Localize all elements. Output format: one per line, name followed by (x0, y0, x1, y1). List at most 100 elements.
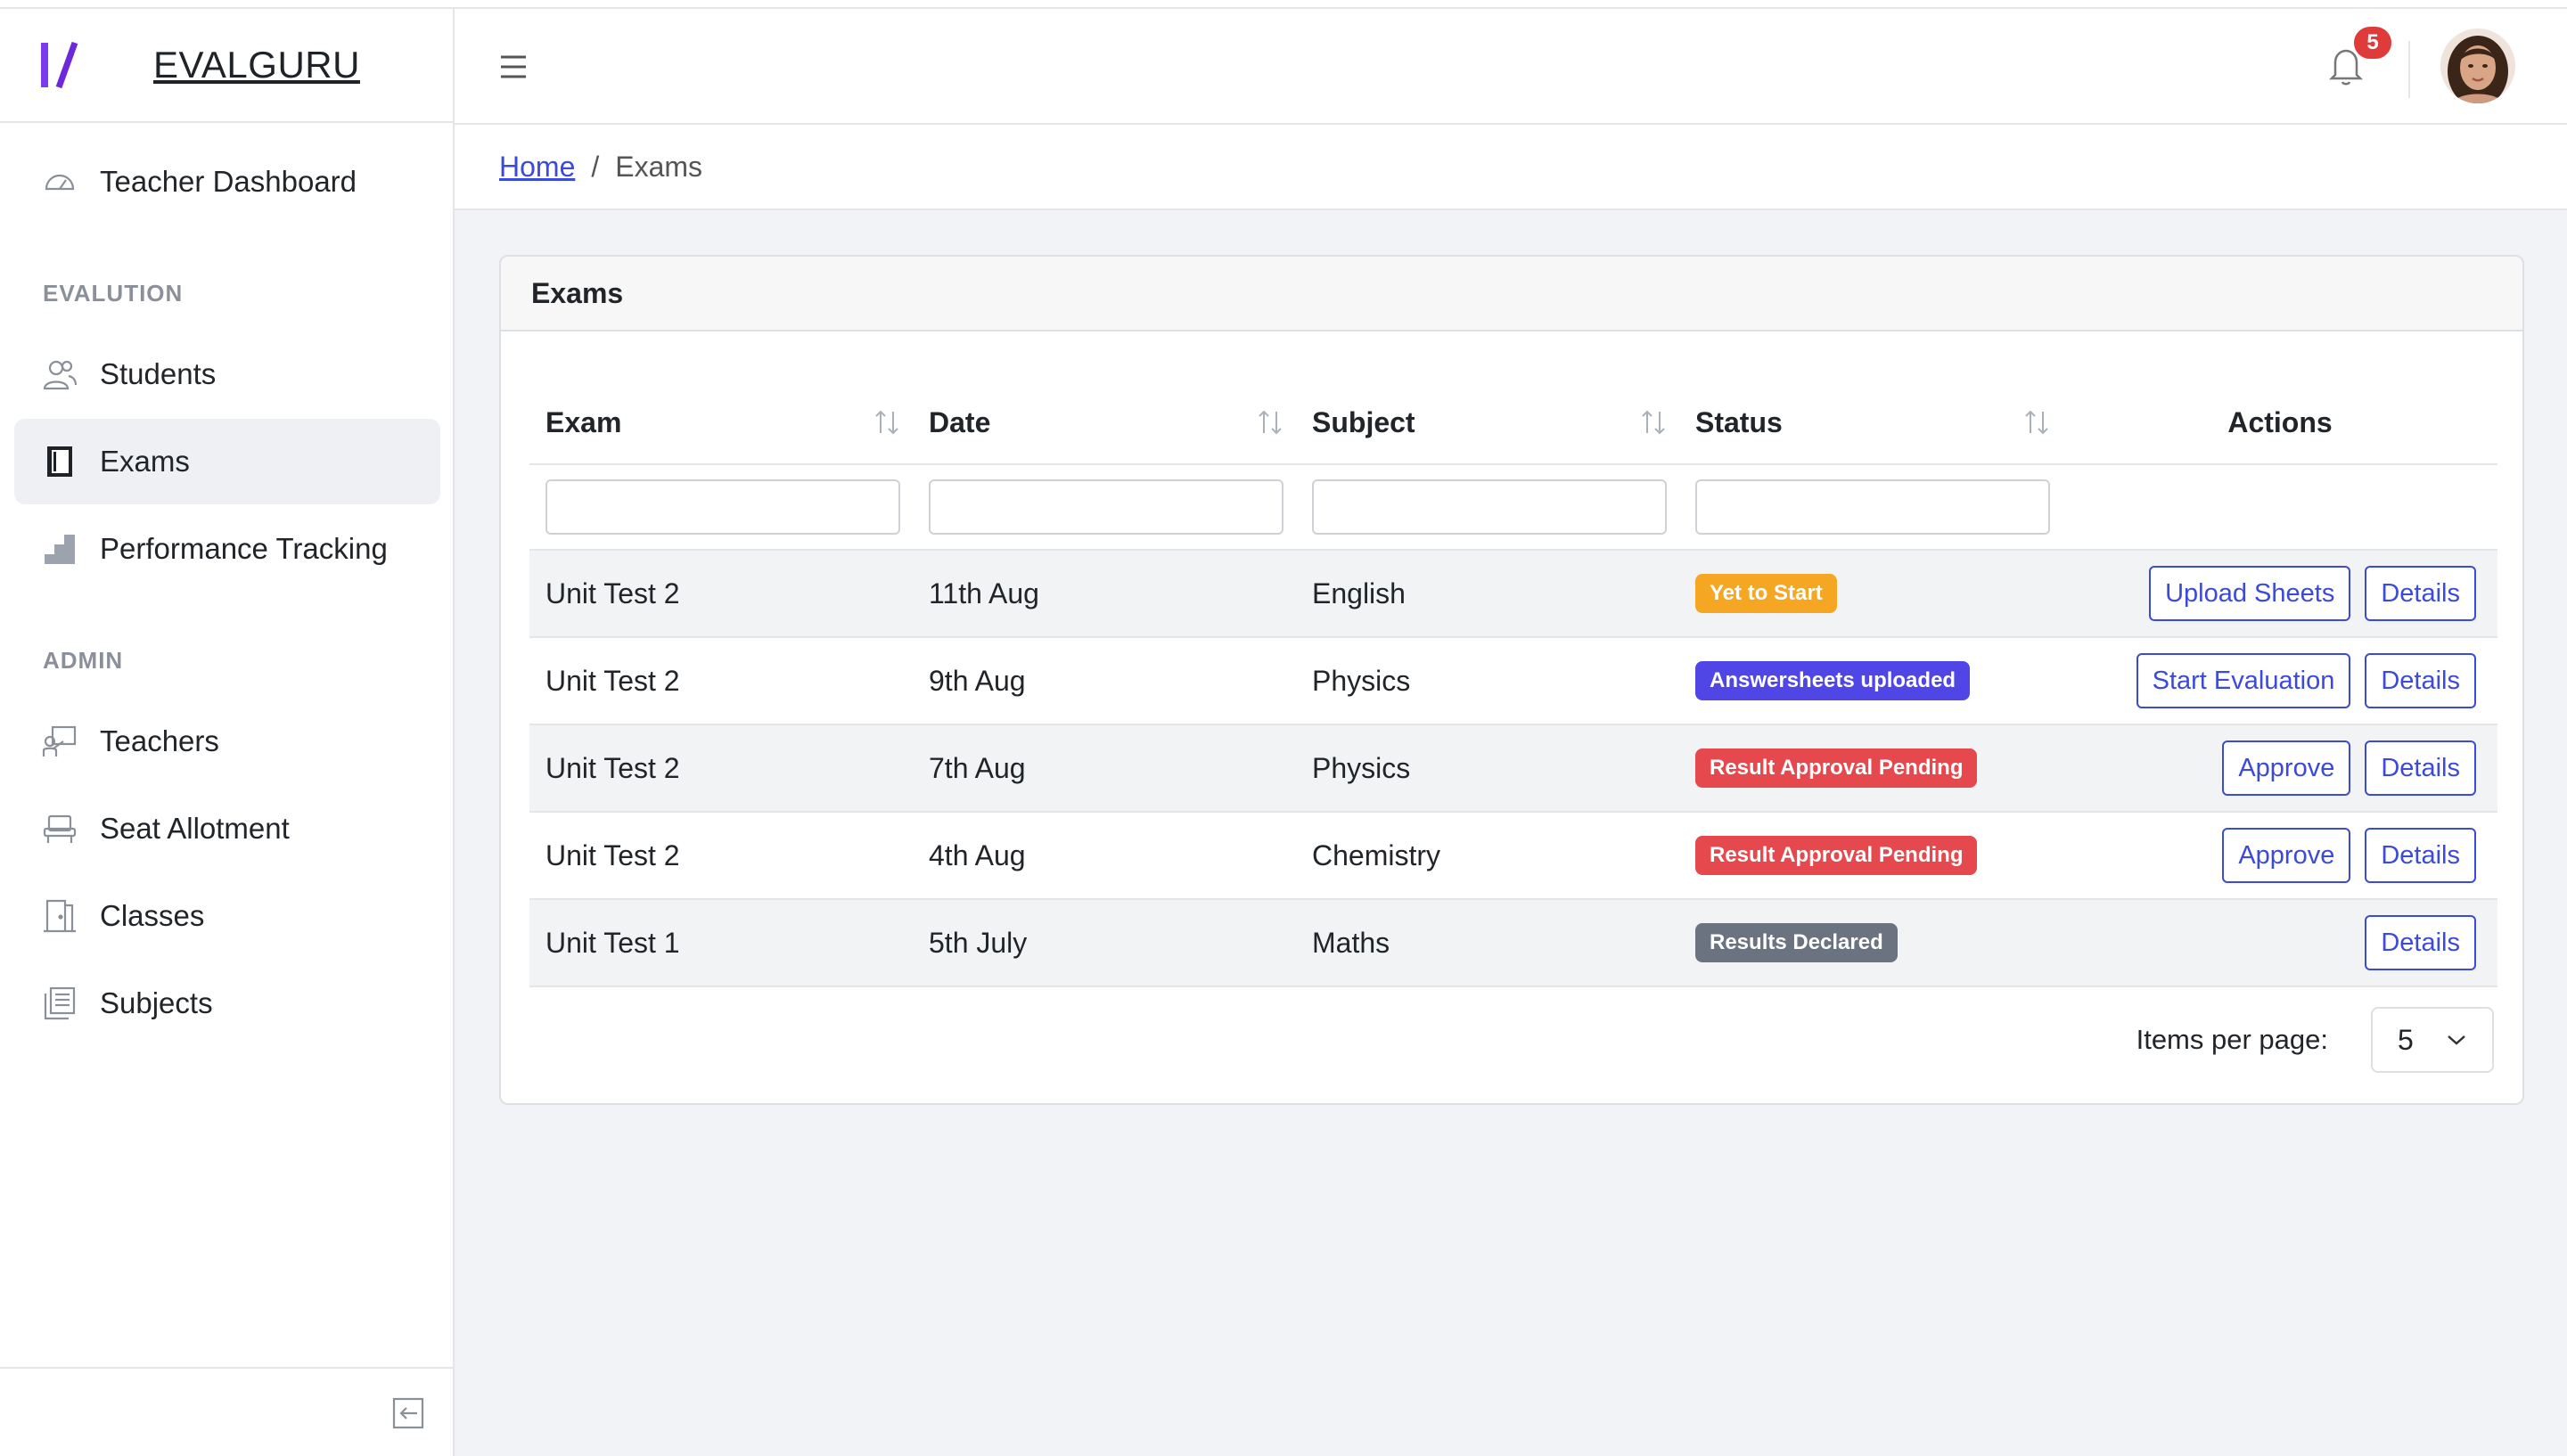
door-icon (41, 897, 78, 935)
column-header-label: Subject (1312, 405, 1415, 438)
details-button[interactable]: Details (2365, 566, 2476, 621)
filter-cell (1296, 479, 1679, 535)
section-label-evaluation: EVALUTION (43, 280, 184, 307)
cell-subject: Maths (1312, 926, 1390, 959)
column-header-subject[interactable]: Subject (1296, 381, 1679, 463)
speedometer-icon (41, 163, 78, 200)
card-title: Exams (501, 257, 2522, 331)
section-label-admin: ADMIN (43, 647, 124, 674)
items-per-page-select[interactable]: 5 (2371, 1007, 2494, 1073)
breadcrumb: Home / Exams (455, 125, 2567, 210)
sidebar-item-subjects[interactable]: Subjects (14, 961, 440, 1046)
notification-badge: 5 (2351, 24, 2394, 61)
cell-subject: Physics (1312, 664, 1411, 697)
sidebar-item-label: Performance Tracking (100, 532, 388, 565)
details-button[interactable]: Details (2365, 915, 2476, 970)
column-header-date[interactable]: Date (913, 381, 1296, 463)
exam-filter-input[interactable] (545, 479, 900, 535)
column-header-actions: Actions (2063, 381, 2497, 463)
logo-icon (41, 41, 78, 89)
cell-actions: Upload Sheets Details (2063, 551, 2497, 636)
sidebar-item-exams[interactable]: Exams (14, 419, 440, 504)
upload-sheets-button[interactable]: Upload Sheets (2149, 566, 2351, 621)
status-badge: Result Approval Pending (1695, 748, 1978, 788)
sort-icon[interactable] (1257, 408, 1284, 437)
table-header-row: Exam Date Subject Status Actions (529, 381, 2497, 465)
start-evaluation-button[interactable]: Start Evaluation (2136, 653, 2351, 708)
sidebar-item-classes[interactable]: Classes (14, 873, 440, 959)
column-header-label: Actions (2227, 405, 2333, 438)
pagination: Items per page: 5 (2136, 1007, 2494, 1073)
collapse-sidebar-icon[interactable] (390, 1395, 426, 1431)
sidebar-item-seat-allotment[interactable]: Seat Allotment (14, 786, 440, 871)
status-badge: Yet to Start (1695, 574, 1837, 613)
chart-steps-icon (41, 530, 78, 568)
sort-icon[interactable] (1640, 408, 1667, 437)
details-button[interactable]: Details (2365, 828, 2476, 883)
cell-status: Yet to Start (1679, 551, 2063, 636)
users-icon (41, 356, 78, 393)
sort-icon[interactable] (873, 408, 900, 437)
details-button[interactable]: Details (2365, 740, 2476, 796)
filter-row (529, 465, 2497, 551)
cell-date: 11th Aug (929, 577, 1039, 609)
column-header-label: Status (1695, 405, 1783, 438)
cell-date: 7th Aug (929, 751, 1026, 784)
breadcrumb-home-link[interactable]: Home (499, 151, 575, 184)
subject-filter-input[interactable] (1312, 479, 1667, 535)
cell-actions: Approve Details (2063, 813, 2497, 898)
sidebar-item-label: Students (100, 357, 217, 390)
table-row: Unit Test 1 5th July Maths Results Decla… (529, 900, 2497, 987)
exams-card: Exams Exam Date Subject Status Actions U… (499, 255, 2524, 1105)
cell-status: Result Approval Pending (1679, 813, 2063, 898)
brand[interactable]: EVALGURU (0, 9, 453, 123)
status-badge: Answersheets uploaded (1695, 661, 1971, 700)
status-badge: Result Approval Pending (1695, 836, 1978, 875)
sidebar-item-performance-tracking[interactable]: Performance Tracking (14, 506, 440, 592)
sidebar-item-label: Exams (100, 445, 190, 478)
cell-subject: Physics (1312, 751, 1411, 784)
filter-cell (1679, 479, 2063, 535)
sidebar: EVALGURU Teacher Dashboard EVALUTION Stu… (0, 9, 455, 1456)
cell-exam: Unit Test 1 (545, 926, 680, 959)
sidebar-item-label: Teacher Dashboard (100, 165, 357, 198)
cell-actions: Approve Details (2063, 725, 2497, 811)
header-divider (2408, 41, 2410, 98)
table-row: Unit Test 2 7th Aug Physics Result Appro… (529, 725, 2497, 813)
cell-status: Result Approval Pending (1679, 725, 2063, 811)
approve-button[interactable]: Approve (2222, 828, 2351, 883)
cell-subject: English (1312, 577, 1406, 609)
cell-status: Answersheets uploaded (1679, 638, 2063, 724)
table-row: Unit Test 2 11th Aug English Yet to Star… (529, 551, 2497, 638)
table-row: Unit Test 2 4th Aug Chemistry Result App… (529, 813, 2497, 900)
items-per-page-label: Items per page: (2136, 1024, 2328, 1055)
seat-icon (41, 810, 78, 847)
sidebar-item-label: Teachers (100, 724, 219, 757)
sidebar-item-students[interactable]: Students (14, 331, 440, 417)
approve-button[interactable]: Approve (2222, 740, 2351, 796)
cell-status: Results Declared (1679, 900, 2063, 986)
filter-cell (529, 479, 913, 535)
items-per-page-value: 5 (2398, 1023, 2414, 1056)
sidebar-item-teachers[interactable]: Teachers (14, 699, 440, 784)
avatar[interactable] (2440, 29, 2515, 103)
breadcrumb-separator: / (591, 150, 600, 183)
status-filter-input[interactable] (1695, 479, 2050, 535)
sort-icon[interactable] (2023, 408, 2050, 437)
breadcrumb-current: Exams (615, 150, 703, 183)
sidebar-item-label: Classes (100, 899, 205, 932)
cell-exam: Unit Test 2 (545, 577, 680, 609)
cell-exam: Unit Test 2 (545, 751, 680, 784)
sidebar-item-label: Seat Allotment (100, 812, 290, 845)
cell-subject: Chemistry (1312, 838, 1441, 871)
column-header-exam[interactable]: Exam (529, 381, 913, 463)
book-icon (41, 443, 78, 480)
date-filter-input[interactable] (929, 479, 1284, 535)
column-header-label: Date (929, 405, 991, 438)
cell-exam: Unit Test 2 (545, 664, 680, 697)
column-header-status[interactable]: Status (1679, 381, 2063, 463)
details-button[interactable]: Details (2365, 653, 2476, 708)
hamburger-menu-icon[interactable] (499, 53, 528, 80)
sidebar-item-teacher-dashboard[interactable]: Teacher Dashboard (14, 139, 440, 225)
top-border (0, 0, 2567, 9)
